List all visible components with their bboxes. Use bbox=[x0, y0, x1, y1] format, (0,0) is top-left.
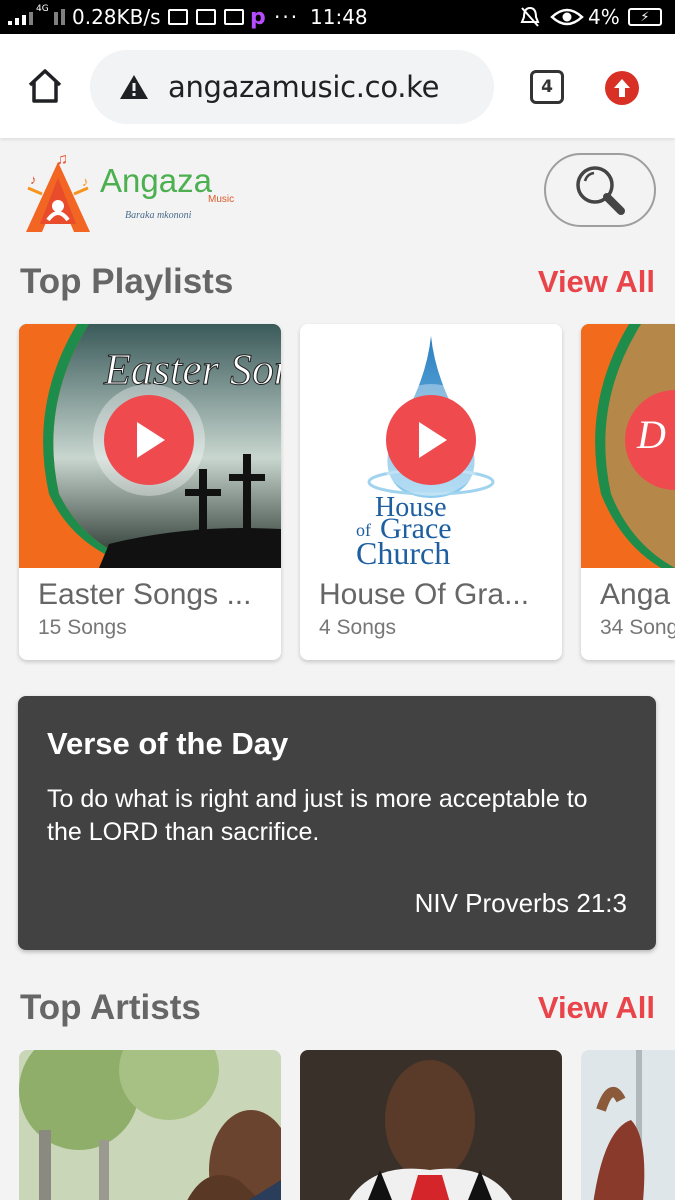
artist-card-1[interactable] bbox=[19, 1050, 281, 1200]
playlist-cover-easter: Easter Songs Playlis bbox=[19, 324, 281, 568]
tab-switcher-button[interactable]: 4 bbox=[530, 70, 564, 104]
mail-settings-icon bbox=[168, 9, 188, 25]
artists-view-all-link[interactable]: View All bbox=[538, 990, 655, 1026]
artist-photo-2 bbox=[300, 1050, 562, 1200]
not-secure-warning-icon[interactable] bbox=[118, 73, 150, 101]
playlist-song-count: 4 Songs bbox=[319, 616, 397, 639]
verse-of-the-day-card: Verse of the Day To do what is right and… bbox=[18, 696, 656, 950]
playlist-title: House Of Gra... bbox=[319, 578, 530, 611]
playlist-title: Easter Songs ... bbox=[38, 578, 252, 611]
logo-subtitle: Music bbox=[208, 194, 235, 205]
svg-text:♪: ♪ bbox=[82, 174, 89, 189]
clock: 11:48 bbox=[310, 5, 368, 29]
playlist-card-house-of-grace[interactable]: House of Grace Church House Of Gra... 4 … bbox=[300, 324, 562, 660]
verse-reference: NIV Proverbs 21:3 bbox=[414, 888, 627, 918]
angaza-logo-mark: ♫ ♪ ♪ bbox=[26, 151, 90, 232]
playlist-song-count: 15 Songs bbox=[38, 616, 127, 639]
playlist-cover-house-of-grace: House of Grace Church bbox=[300, 324, 562, 568]
playlists-view-all-link[interactable]: View All bbox=[538, 264, 655, 300]
battery-charging-icon: ⚡ bbox=[628, 8, 662, 26]
site-logo[interactable]: ♫ ♪ ♪ Angaza Music Baraka mkononi bbox=[18, 148, 238, 234]
playlist-card-angaza[interactable]: D Anga 34 Song bbox=[581, 324, 675, 660]
playlist-title: Anga bbox=[600, 578, 671, 611]
play-button[interactable] bbox=[375, 384, 487, 496]
artist-photo-3 bbox=[581, 1050, 675, 1200]
verse-title: Verse of the Day bbox=[47, 726, 289, 761]
home-button[interactable] bbox=[22, 66, 68, 106]
url-text[interactable]: angazamusic.co.ke bbox=[168, 70, 439, 104]
update-available-button[interactable] bbox=[605, 71, 639, 105]
playlist-card-easter[interactable]: Easter Songs Playlis Easter Songs ... 15… bbox=[19, 324, 281, 660]
address-bar[interactable]: angazamusic.co.ke bbox=[90, 50, 494, 124]
play-icon bbox=[419, 422, 447, 458]
network-type: 4G bbox=[36, 4, 49, 14]
playlist-cover-angaza: D bbox=[581, 324, 675, 568]
browser-toolbar: angazamusic.co.ke 4 bbox=[0, 34, 675, 138]
artist-card-2[interactable] bbox=[300, 1050, 562, 1200]
artist-card-3[interactable] bbox=[581, 1050, 675, 1200]
search-button[interactable] bbox=[544, 153, 656, 227]
verse-text: To do what is right and just is more acc… bbox=[47, 785, 588, 846]
svg-text:♪: ♪ bbox=[30, 172, 37, 187]
svg-text:Church: Church bbox=[356, 535, 450, 568]
logo-name: Angaza bbox=[100, 162, 212, 199]
more-notifications: ··· bbox=[274, 5, 300, 29]
home-icon bbox=[28, 69, 62, 103]
logo-tagline: Baraka mkononi bbox=[125, 210, 192, 221]
signal-icon bbox=[8, 0, 33, 34]
top-artists-heading: Top Artists bbox=[20, 988, 201, 1027]
svg-text:D: D bbox=[636, 412, 666, 457]
playlist-song-count: 34 Song bbox=[600, 616, 675, 639]
svg-text:♫: ♫ bbox=[56, 151, 68, 168]
artist-photo-1 bbox=[19, 1050, 281, 1200]
signal-icon-2 bbox=[54, 0, 65, 34]
arrow-up-icon bbox=[614, 79, 630, 97]
app-p-icon: p bbox=[250, 4, 266, 30]
battery-percent: 4% bbox=[588, 5, 620, 29]
status-bar: 4G 0.28KB/s p ··· 11:48 4% ⚡ bbox=[0, 0, 675, 34]
gmail-icon-2 bbox=[224, 9, 244, 25]
search-icon bbox=[576, 166, 625, 215]
network-speed: 0.28KB/s bbox=[72, 5, 161, 29]
gmail-icon bbox=[196, 9, 216, 25]
play-icon bbox=[137, 422, 165, 458]
play-button[interactable] bbox=[93, 384, 205, 496]
top-playlists-heading: Top Playlists bbox=[20, 262, 234, 301]
eye-comfort-icon bbox=[550, 0, 584, 34]
mute-bell-icon bbox=[520, 0, 540, 34]
